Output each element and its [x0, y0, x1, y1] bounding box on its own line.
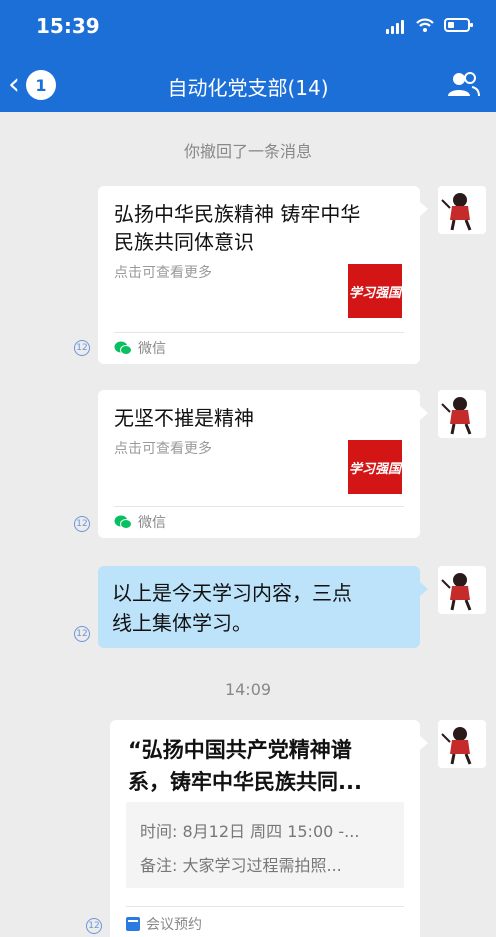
article-thumbnail: 学习强国: [348, 264, 402, 318]
article-source: 微信: [114, 512, 166, 532]
user-avatar[interactable]: [438, 390, 486, 438]
calendar-icon: [126, 917, 140, 931]
group-members-icon[interactable]: [446, 70, 480, 98]
card-divider: [114, 332, 404, 333]
meeting-time: 时间: 8月12日 周四 15:00 -...: [140, 822, 360, 841]
cellular-signal-icon: [386, 20, 404, 34]
card-divider: [126, 906, 404, 907]
read-receipt-icon[interactable]: 12: [74, 516, 90, 532]
avatar-girl-icon: [441, 397, 472, 435]
card-divider: [114, 506, 404, 507]
wechat-icon: [114, 515, 132, 529]
avatar-girl-icon: [441, 573, 472, 611]
avatar-girl-icon: [441, 727, 472, 765]
text-message-bubble[interactable]: 以上是今天学习内容，三点 线上集体学习。: [98, 566, 428, 648]
article-subtitle: 点击可查看更多: [114, 265, 212, 281]
article-source: 微信: [114, 338, 166, 358]
status-time: 15:39: [36, 14, 100, 38]
message-text: 以上是今天学习内容，三点 线上集体学习。: [112, 581, 352, 635]
meeting-source: 会议预约: [126, 914, 202, 934]
meeting-title: “弘扬中国共产党精神谱 系，铸牢中华民族共同...: [128, 738, 362, 794]
recalled-notice: 你撤回了一条消息: [183, 142, 312, 161]
meeting-note: 备注: 大家学习过程需拍照...: [140, 856, 342, 875]
article-card[interactable]: 弘扬中华民族精神 铸牢中华 民族共同体意识 点击可查看更多 学习强国 微信: [98, 186, 428, 364]
avatar-girl-icon: [441, 193, 472, 231]
user-avatar[interactable]: [438, 186, 486, 234]
article-thumbnail: 学习强国: [348, 440, 402, 494]
thumbnail-brand: 学习强国: [348, 461, 401, 477]
user-avatar[interactable]: [438, 720, 486, 768]
article-subtitle: 点击可查看更多: [114, 441, 212, 457]
battery-icon: [444, 18, 473, 32]
read-receipt-icon[interactable]: 12: [74, 340, 90, 356]
chat-title: 自动化党支部(14): [167, 76, 329, 100]
message-timestamp: 14:09: [224, 680, 272, 699]
read-receipt-icon[interactable]: 12: [86, 918, 102, 934]
top-bar: 15:39 ‹ 1 自动化党支部(14): [0, 0, 496, 112]
article-title: 弘扬中华民族精神 铸牢中华 民族共同体意识: [114, 202, 361, 254]
article-card[interactable]: 无坚不摧是精神 点击可查看更多 学习强国 微信: [98, 390, 428, 538]
wechat-icon: [114, 341, 132, 355]
meeting-details: 时间: 8月12日 周四 15:00 -... 备注: 大家学习过程需拍照...: [126, 802, 404, 888]
wifi-icon: [416, 18, 434, 32]
read-receipt-icon[interactable]: 12: [74, 626, 90, 642]
meeting-card[interactable]: “弘扬中国共产党精神谱 系，铸牢中华民族共同... 时间: 8月12日 周四 1…: [110, 720, 428, 937]
user-avatar[interactable]: [438, 566, 486, 614]
article-title: 无坚不摧是精神: [114, 406, 254, 430]
thumbnail-brand: 学习强国: [348, 285, 401, 301]
